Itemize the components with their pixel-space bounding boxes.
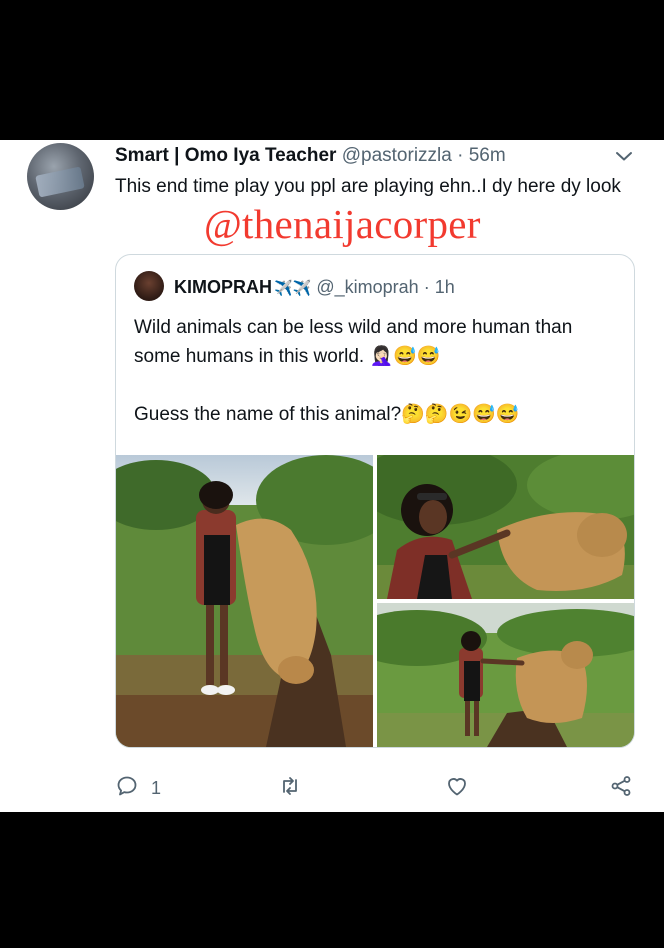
reply-count: 1: [151, 777, 162, 798]
share-icon: [609, 774, 633, 803]
author-handle[interactable]: @pastorizzla: [342, 145, 452, 166]
watermark: @thenaijacorper: [204, 201, 481, 247]
tweet-text: This end time play you ppl are playing e…: [115, 176, 621, 197]
quoted-tweet-time[interactable]: 1h: [435, 277, 455, 297]
quoted-text-line-1: Wild animals can be less wild and more h…: [134, 317, 573, 367]
quoted-author-avatar[interactable]: [134, 271, 164, 301]
photo-woman-with-lioness-3[interactable]: [377, 603, 634, 747]
quoted-name-emoji: ✈️✈️: [274, 279, 312, 297]
chevron-down-icon[interactable]: [612, 144, 636, 168]
tweet-actions: 1: [115, 773, 635, 803]
quoted-text-line-2: Guess the name of this animal?🤔🤔😉😅😅: [134, 404, 520, 425]
quoted-tweet-header: KIMOPRAH ✈️✈️ @_kimoprah · 1h: [134, 271, 455, 303]
photo-woman-with-lioness-2[interactable]: [377, 455, 634, 599]
photo-woman-with-lioness-1[interactable]: [116, 455, 373, 747]
reply-icon: [115, 774, 139, 803]
quoted-author-name[interactable]: KIMOPRAH: [174, 277, 272, 297]
like-button[interactable]: [445, 773, 469, 803]
share-button[interactable]: [609, 773, 633, 803]
header-separator: ·: [457, 145, 464, 166]
author-name[interactable]: Smart | Omo Iya Teacher: [115, 145, 336, 166]
tweet-header: Smart | Omo Iya Teacher @pastorizzla · 5…: [115, 144, 506, 168]
reply-button[interactable]: 1: [115, 773, 161, 803]
like-icon: [445, 774, 469, 803]
author-avatar[interactable]: [27, 143, 94, 210]
quoted-author-handle[interactable]: @_kimoprah: [316, 277, 418, 297]
quoted-header-separator: ·: [423, 276, 430, 297]
photo-grid: [116, 455, 634, 747]
retweet-button[interactable]: [278, 773, 302, 803]
quoted-tweet[interactable]: KIMOPRAH ✈️✈️ @_kimoprah · 1h Wild animal…: [115, 254, 635, 748]
tweet-time[interactable]: 56m: [469, 145, 506, 166]
quoted-tweet-text: Wild animals can be less wild and more h…: [134, 313, 614, 458]
tweet-card[interactable]: Smart | Omo Iya Teacher @pastorizzla · 5…: [0, 140, 664, 812]
retweet-icon: [278, 774, 302, 803]
